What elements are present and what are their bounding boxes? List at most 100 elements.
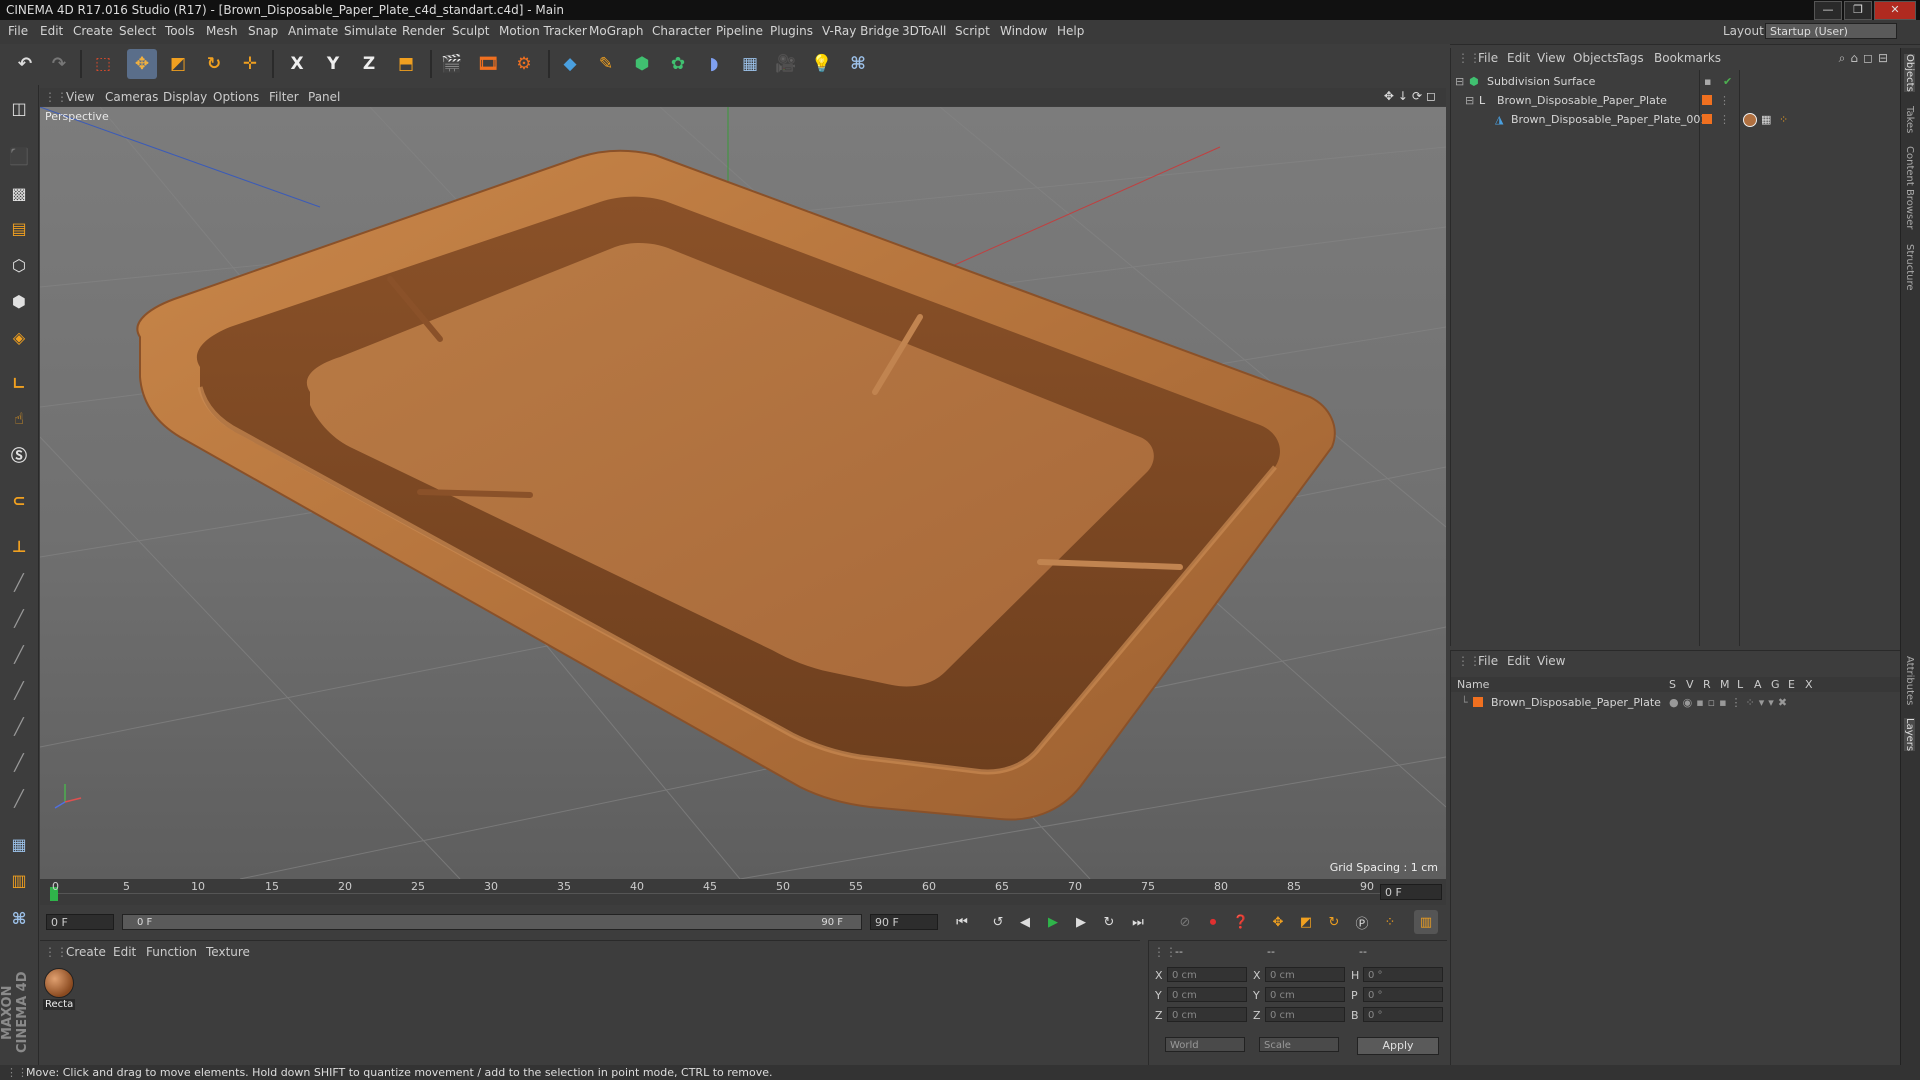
select-icon[interactable]: ⬚ — [88, 49, 118, 79]
om-menu-view[interactable]: View — [1537, 51, 1565, 65]
material-name[interactable]: Recta — [43, 999, 76, 1010]
size-x-field[interactable]: 0 cm — [1265, 967, 1345, 982]
menu-mesh[interactable]: Mesh — [206, 24, 238, 38]
vp-menu-display[interactable]: Display — [163, 90, 207, 104]
scale-icon[interactable]: ◩ — [163, 49, 193, 79]
brush-icon-3[interactable]: ╱ — [4, 639, 34, 669]
z-axis-icon[interactable]: Z — [354, 49, 384, 79]
menu-animate[interactable]: Animate — [288, 24, 338, 38]
om-menu-objects[interactable]: Objects — [1573, 51, 1618, 65]
python-script-icon[interactable]: ⌘ — [4, 903, 34, 933]
menu-plugins[interactable]: Plugins — [770, 24, 813, 38]
go-to-end-icon[interactable]: ⏭ — [1126, 910, 1150, 934]
rot-h-field[interactable]: 0 ° — [1363, 967, 1443, 982]
autokey-icon[interactable]: ❓ — [1229, 910, 1253, 934]
next-frame-icon[interactable]: ▶ — [1069, 910, 1093, 934]
live-icon[interactable]: ✛ — [235, 49, 265, 79]
make-editable-icon[interactable]: ◫ — [4, 93, 34, 123]
vp-menu-options[interactable]: Options — [213, 90, 259, 104]
menu-render[interactable]: Render — [402, 24, 445, 38]
vp-menu-filter[interactable]: Filter — [269, 90, 299, 104]
menu-motion-tracker[interactable]: Motion Tracker — [499, 24, 587, 38]
render-settings-icon[interactable]: ⚙ — [509, 49, 539, 79]
points-mode-icon[interactable]: ⬡ — [4, 250, 34, 280]
cloner-icon[interactable]: ✿ — [663, 49, 693, 79]
x-axis-icon[interactable]: X — [282, 49, 312, 79]
key-rotation-icon[interactable]: ↻ — [1322, 910, 1346, 934]
key-scale-icon[interactable]: ◩ — [1294, 910, 1318, 934]
viewport-perspective[interactable]: Perspective Grid Spacing : 1 cm — [40, 107, 1446, 879]
coord-type-select[interactable]: Scale — [1259, 1037, 1339, 1052]
key-position-icon[interactable]: ✥ — [1266, 910, 1290, 934]
menu-sculpt[interactable]: Sculpt — [452, 24, 489, 38]
lm-menu-view[interactable]: View — [1537, 654, 1565, 668]
prev-frame-icon[interactable]: ◀ — [1013, 910, 1037, 934]
vp-menu-panel[interactable]: Panel — [308, 90, 340, 104]
coord-system-icon[interactable]: ⬒ — [391, 49, 421, 79]
camera-icon[interactable]: 🎥 — [771, 49, 801, 79]
pos-y-field[interactable]: 0 cm — [1167, 987, 1247, 1002]
locked-workplane-icon[interactable]: ⊥ — [4, 531, 34, 561]
brush-icon-1[interactable]: ╱ — [4, 567, 34, 597]
subdivision-icon[interactable]: ⬢ — [627, 49, 657, 79]
y-axis-icon[interactable]: Y — [318, 49, 348, 79]
tweak-mode-icon[interactable]: ☝ — [4, 403, 34, 433]
render-picture-icon[interactable]: 🎞 — [473, 49, 503, 79]
menu-create[interactable]: Create — [73, 24, 113, 38]
brush-icon-6[interactable]: ╱ — [4, 747, 34, 777]
move-icon[interactable]: ✥ — [127, 49, 157, 79]
om-menu-file[interactable]: File — [1478, 51, 1498, 65]
mat-menu-edit[interactable]: Edit — [113, 945, 136, 959]
tab-structure[interactable]: Structure — [1904, 244, 1915, 291]
rotate-icon[interactable]: ↻ — [199, 49, 229, 79]
close-button[interactable]: ✕ — [1874, 1, 1916, 20]
menu-edit[interactable]: Edit — [40, 24, 63, 38]
mat-menu-texture[interactable]: Texture — [206, 945, 250, 959]
texture-mode-icon[interactable]: ▩ — [4, 178, 34, 208]
current-frame-field[interactable]: 0 F — [1380, 884, 1442, 900]
minimize-button[interactable]: — — [1814, 1, 1842, 20]
deformer-icon[interactable]: ◗ — [699, 49, 729, 79]
timeline-ruler[interactable]: 0 5 10 15 20 25 30 35 40 45 50 55 60 65 … — [40, 879, 1446, 905]
menu-window[interactable]: Window — [1000, 24, 1047, 38]
polygons-mode-icon[interactable]: ◈ — [4, 322, 34, 352]
menu-snap[interactable]: Snap — [248, 24, 278, 38]
cube-icon[interactable]: ◆ — [555, 49, 585, 79]
edges-mode-icon[interactable]: ⬢ — [4, 286, 34, 316]
om-menu-tags[interactable]: Tags — [1617, 51, 1644, 65]
mat-menu-function[interactable]: Function — [146, 945, 197, 959]
key-parameter-icon[interactable]: Ⓟ — [1350, 910, 1374, 934]
key-pla-icon[interactable]: ⁘ — [1378, 910, 1402, 934]
apply-button[interactable]: Apply — [1357, 1037, 1439, 1055]
mat-menu-create[interactable]: Create — [66, 945, 106, 959]
brush-icon-2[interactable]: ╱ — [4, 603, 34, 633]
layer-row[interactable]: └ Brown_Disposable_Paper_Plate ●◉▪▫▪⋮⁘▾▾… — [1451, 693, 1901, 712]
grid-icon[interactable]: ▦ — [4, 829, 34, 859]
om-menu-edit[interactable]: Edit — [1507, 51, 1530, 65]
menu-tools[interactable]: Tools — [165, 24, 195, 38]
menu-vray-bridge[interactable]: V-Ray Bridge — [822, 24, 899, 38]
workplane-icon[interactable]: ▤ — [4, 213, 34, 243]
menu-help[interactable]: Help — [1057, 24, 1084, 38]
coord-mode-select[interactable]: World — [1165, 1037, 1245, 1052]
timeline-layout-icon[interactable]: ▥ — [1414, 910, 1438, 934]
undo-icon[interactable]: ↶ — [10, 49, 40, 79]
object-row-plate[interactable]: ⊟ Ⅼ Brown_Disposable_Paper_Plate ⋮ — [1451, 91, 1901, 110]
magnet-icon[interactable]: ⊂ — [4, 485, 34, 515]
rot-p-field[interactable]: 0 ° — [1363, 987, 1443, 1002]
brush-icon-5[interactable]: ╱ — [4, 711, 34, 741]
vp-menu-cameras[interactable]: Cameras — [105, 90, 158, 104]
model-mode-icon[interactable]: ⬛ — [4, 141, 34, 171]
keyframe-disabled-icon[interactable]: ⊘ — [1173, 910, 1197, 934]
start-frame-field[interactable]: 0 F — [46, 914, 114, 930]
play-icon[interactable]: ▶ — [1041, 910, 1065, 934]
menu-mograph[interactable]: MoGraph — [589, 24, 644, 38]
menu-select[interactable]: Select — [119, 24, 156, 38]
menu-script[interactable]: Script — [955, 24, 990, 38]
om-search-icons[interactable]: ⌕⌂◻⊟ — [1839, 51, 1893, 66]
light-icon[interactable]: 💡 — [807, 49, 837, 79]
menu-3dtoall[interactable]: 3DToAll — [902, 24, 946, 38]
brush-icon-4[interactable]: ╱ — [4, 675, 34, 705]
pos-x-field[interactable]: 0 cm — [1167, 967, 1247, 982]
redo-icon[interactable]: ↷ — [44, 49, 74, 79]
